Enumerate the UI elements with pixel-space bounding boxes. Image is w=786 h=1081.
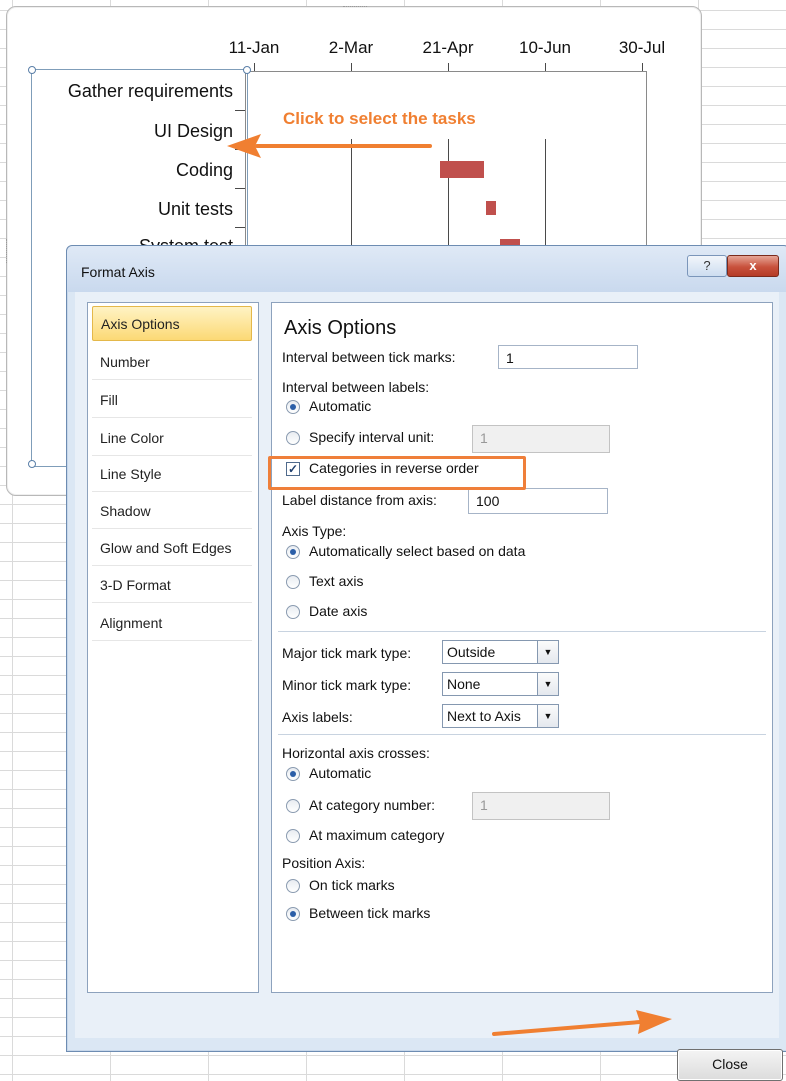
automatic-radio[interactable] <box>286 400 300 414</box>
x-axis-label: 30-Jul <box>618 38 666 57</box>
minor-tick-select[interactable]: None ▼ <box>442 672 559 696</box>
chevron-down-icon: ▼ <box>537 673 558 695</box>
on-tick-radio[interactable] <box>286 879 300 893</box>
chart-resize-grip-top[interactable] <box>343 6 367 11</box>
nav-item-shadow[interactable]: Shadow <box>92 494 252 529</box>
callout-arrow-icon <box>227 134 432 158</box>
y-axis-tick <box>235 188 245 189</box>
dialog-titlebar[interactable]: Format Axis ? x <box>67 246 786 292</box>
nav-item-line-style[interactable]: Line Style <box>92 457 252 492</box>
task-label[interactable]: Unit tests <box>158 199 233 220</box>
reverse-order-highlight <box>268 456 526 490</box>
major-tick-value: Outside <box>447 644 496 660</box>
axis-options-panel: Axis Options Interval between tick marks… <box>271 302 773 993</box>
crosses-max-radio[interactable] <box>286 829 300 843</box>
crosses-auto-radio[interactable] <box>286 767 300 781</box>
major-tick-select[interactable]: Outside ▼ <box>442 640 559 664</box>
crosses-category-label: At category number: <box>309 797 436 813</box>
chevron-down-icon: ▼ <box>537 641 558 663</box>
minor-tick-label: Minor tick mark type: <box>282 677 412 693</box>
selection-handle[interactable] <box>28 66 36 74</box>
between-tick-radio[interactable] <box>286 907 300 921</box>
interval-labels-label: Interval between labels: <box>282 379 430 395</box>
interval-tick-label: Interval between tick marks: <box>282 349 456 365</box>
position-axis-label: Position Axis: <box>282 855 366 871</box>
format-axis-dialog: Format Axis ? x Axis Options Number Fill… <box>66 245 786 1081</box>
label-distance-input[interactable]: 100 <box>468 488 608 514</box>
axis-labels-select[interactable]: Next to Axis ▼ <box>442 704 559 728</box>
specify-interval-label: Specify interval unit: <box>309 429 435 445</box>
nav-item-alignment[interactable]: Alignment <box>92 606 252 641</box>
x-axis-tick <box>545 63 546 71</box>
auto-select-radio[interactable] <box>286 545 300 559</box>
x-axis-label: 11-Jan <box>228 38 280 57</box>
x-axis-label: 21-Apr <box>422 38 474 57</box>
selection-handle[interactable] <box>28 460 36 468</box>
category-list: Axis Options Number Fill Line Color Line… <box>87 302 259 993</box>
dialog-title: Format Axis <box>81 264 155 280</box>
x-axis-tick <box>351 63 352 71</box>
task-label[interactable]: Gather requirements <box>68 81 233 102</box>
help-icon[interactable]: ? <box>687 255 727 277</box>
specify-interval-radio[interactable] <box>286 431 300 445</box>
task-bar[interactable] <box>440 161 484 178</box>
interval-tick-input[interactable]: 1 <box>498 345 638 369</box>
x-axis-label: 2-Mar <box>328 38 374 57</box>
nav-item-fill[interactable]: Fill <box>92 383 252 418</box>
task-label[interactable]: UI Design <box>154 121 233 142</box>
callout-text: Click to select the tasks <box>283 109 476 128</box>
h-axis-crosses-label: Horizontal axis crosses: <box>282 745 430 761</box>
x-axis-tick <box>254 63 255 71</box>
text-axis-radio[interactable] <box>286 575 300 589</box>
panel-title: Axis Options <box>284 317 397 339</box>
axis-type-label: Axis Type: <box>282 523 347 539</box>
x-axis-tick <box>448 63 449 71</box>
close-icon[interactable]: x <box>727 255 779 277</box>
minor-tick-value: None <box>447 676 481 692</box>
x-axis-label: 10-Jun <box>519 38 571 57</box>
close-arrow-icon <box>492 1010 672 1036</box>
x-axis-tick <box>642 63 643 71</box>
y-axis-tick <box>235 227 245 228</box>
nav-item-number[interactable]: Number <box>92 345 252 380</box>
nav-item-3d-format[interactable]: 3-D Format <box>92 568 252 603</box>
label-distance-label: Label distance from axis: <box>282 492 437 508</box>
task-label[interactable]: Coding <box>176 160 233 181</box>
selection-handle[interactable] <box>243 66 251 74</box>
y-axis-tick <box>235 110 245 111</box>
specify-interval-input[interactable]: 1 <box>472 425 610 453</box>
automatic-label: Automatic <box>309 398 372 414</box>
close-button[interactable]: Close <box>677 1049 783 1081</box>
date-axis-radio[interactable] <box>286 605 300 619</box>
between-tick-label: Between tick marks <box>309 905 431 921</box>
chart-resize-grip-left[interactable] <box>6 239 11 263</box>
date-axis-label: Date axis <box>309 603 368 619</box>
axis-labels-label: Axis labels: <box>282 709 353 725</box>
axis-labels-value: Next to Axis <box>447 708 521 724</box>
crosses-max-label: At maximum category <box>309 827 445 843</box>
crosses-category-input[interactable]: 1 <box>472 792 610 820</box>
auto-select-label: Automatically select based on data <box>309 543 526 559</box>
task-bar[interactable] <box>486 201 496 215</box>
separator <box>278 631 766 632</box>
nav-item-line-color[interactable]: Line Color <box>92 421 252 456</box>
dialog-body: Axis Options Number Fill Line Color Line… <box>75 292 783 1081</box>
crosses-auto-label: Automatic <box>309 765 372 781</box>
major-tick-label: Major tick mark type: <box>282 645 412 661</box>
text-axis-label: Text axis <box>309 573 364 589</box>
on-tick-label: On tick marks <box>309 877 395 893</box>
crosses-category-radio[interactable] <box>286 799 300 813</box>
chevron-down-icon: ▼ <box>537 705 558 727</box>
nav-item-glow[interactable]: Glow and Soft Edges <box>92 531 252 566</box>
separator <box>278 734 766 735</box>
nav-item-axis-options[interactable]: Axis Options <box>92 306 252 341</box>
